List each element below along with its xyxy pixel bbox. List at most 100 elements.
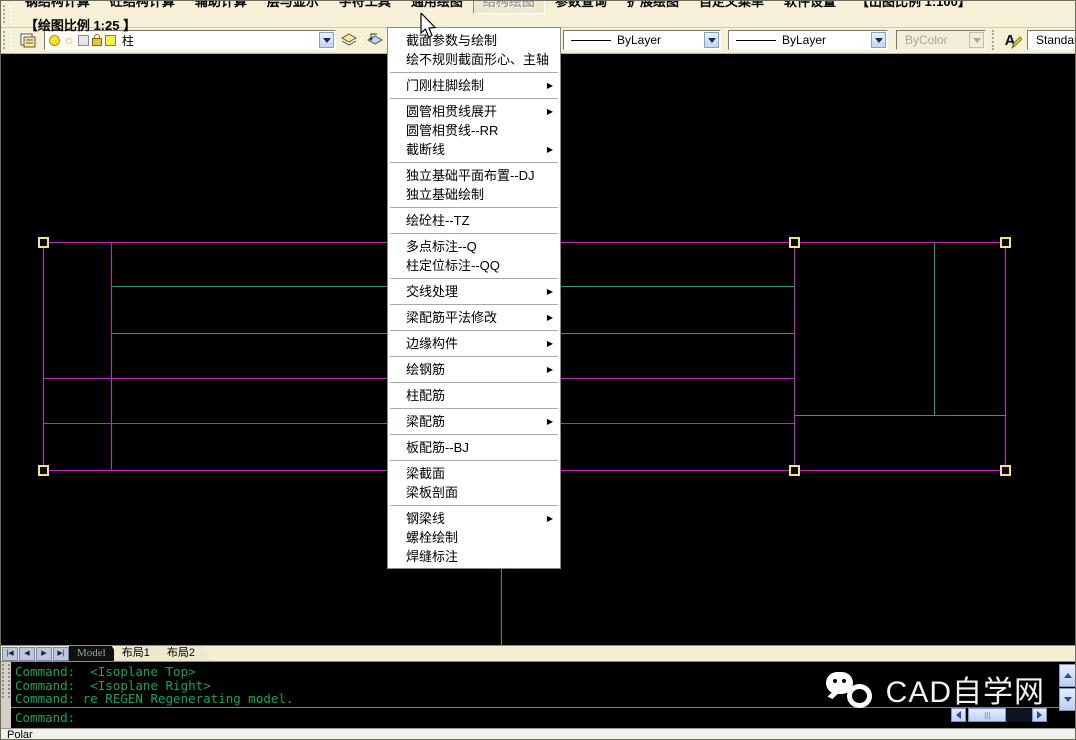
scroll-down-button[interactable]: [1059, 688, 1076, 711]
tab-nav-button[interactable]: ◀: [19, 647, 35, 661]
menu-item-label: 柱配筋: [406, 388, 445, 403]
submenu-arrow-icon: ▶: [547, 509, 553, 528]
menu-item-label: 梁板剖面: [406, 485, 458, 500]
menu-item-label: 圆管相贯线--RR: [406, 123, 498, 138]
arrow-up-icon: [1064, 673, 1072, 678]
menu-separator: [390, 278, 558, 279]
menubar-item[interactable]: 参数查询: [545, 0, 617, 14]
menu-item[interactable]: 梁配筋▶: [388, 412, 560, 431]
command-window-drag-handle[interactable]: [1, 662, 11, 729]
menubar-item[interactable]: 扩展绘图: [617, 0, 689, 14]
menu-item[interactable]: 圆管相贯线--RR: [388, 121, 560, 140]
tab-nav-button[interactable]: ▶: [36, 647, 52, 661]
toolbar-grip-handle[interactable]: [3, 5, 12, 23]
menu-separator: [390, 233, 558, 234]
menubar-item[interactable]: 辅助计算: [185, 0, 257, 14]
menu-separator: [390, 382, 558, 383]
chevron-down-icon: [708, 38, 716, 43]
menubar-item[interactable]: 字符工具: [329, 0, 401, 14]
scrollbar-track[interactable]: [1006, 708, 1032, 722]
command-horizontal-scrollbar[interactable]: [951, 708, 1047, 722]
menubar-item[interactable]: 【出图比例 1:100】: [846, 0, 981, 14]
menu-item[interactable]: 截断线▶: [388, 140, 560, 159]
menu-item[interactable]: 绘钢筋▶: [388, 360, 560, 379]
menu-item[interactable]: 柱定位标注--QQ: [388, 256, 560, 275]
command-window[interactable]: Command: <Isoplane Top>Command: <Isoplan…: [1, 661, 1076, 729]
tab-布局2[interactable]: 布局2: [159, 646, 212, 662]
menu-item[interactable]: 梁截面: [388, 464, 560, 483]
menu-separator: [390, 505, 558, 506]
wechat-icon: [826, 670, 874, 708]
menu-item[interactable]: 梁配筋平法修改 ▶: [388, 308, 560, 327]
layer-unlock-icon[interactable]: [92, 38, 102, 46]
menu-separator: [390, 460, 558, 461]
menu-item[interactable]: 绘不规则截面形心、主轴: [388, 50, 560, 69]
menu-item-label: 梁配筋平法修改: [406, 310, 497, 325]
menu-item[interactable]: 交线处理▶: [388, 282, 560, 301]
submenu-arrow-icon: ▶: [547, 76, 553, 95]
menu-item[interactable]: 门刚柱脚绘制▶: [388, 76, 560, 95]
menubar-item[interactable]: 通用绘图: [401, 0, 473, 14]
scroll-right-button[interactable]: [1032, 708, 1047, 722]
menu-item-label: 独立基础绘制: [406, 187, 484, 202]
menu-item[interactable]: 截面参数与绘制: [388, 31, 560, 50]
menu-separator: [390, 434, 558, 435]
menubar-item[interactable]: 钢结构计算: [15, 0, 100, 14]
menubar-item-active[interactable]: 结构绘图: [473, 0, 545, 14]
menubar-item[interactable]: 自定义菜单: [689, 0, 774, 14]
command-history-line: Command: re REGEN Regenerating model.: [15, 692, 293, 706]
status-mode-polar[interactable]: Polar: [7, 729, 33, 740]
menu-separator: [390, 330, 558, 331]
submenu-arrow-icon: ▶: [547, 308, 553, 327]
menu-item-label: 边缘构件: [406, 336, 458, 351]
scrollbar-thumb[interactable]: [968, 708, 1006, 722]
menu-item-label: 板配筋--BJ: [406, 440, 469, 455]
menubar-item[interactable]: 层与显示: [257, 0, 329, 14]
command-history: Command: <Isoplane Top>Command: <Isoplan…: [15, 665, 293, 706]
menu-item[interactable]: 柱配筋: [388, 386, 560, 405]
menu-item-label: 梁截面: [406, 466, 445, 481]
menu-item[interactable]: 板配筋--BJ: [388, 438, 560, 457]
menu-item[interactable]: 圆管相贯线展开▶: [388, 102, 560, 121]
menu-separator: [390, 207, 558, 208]
mouse-cursor-icon: [420, 13, 438, 44]
menu-item[interactable]: 钢梁线 ▶: [388, 509, 560, 528]
menu-item[interactable]: 边缘构件▶: [388, 334, 560, 353]
menu-item[interactable]: 独立基础绘制: [388, 185, 560, 204]
menu-item[interactable]: 多点标注--Q: [388, 237, 560, 256]
menu-item[interactable]: 螺栓绘制: [388, 528, 560, 547]
menu-item-label: 绘钢筋: [406, 362, 445, 377]
menubar-item[interactable]: 砼结构计算: [100, 0, 185, 14]
menu-separator: [390, 72, 558, 73]
toolbar-grip-handle[interactable]: [3, 31, 12, 49]
menu-item-label: 钢梁线: [406, 511, 445, 526]
menu-item-label: 焊缝标注: [406, 549, 458, 564]
watermark-text: CAD自学网: [886, 667, 1045, 711]
layout-tab-strip: |◀◀▶▶|Model布局1布局2: [1, 645, 1076, 662]
submenu-arrow-icon: ▶: [547, 140, 553, 159]
menu-item-label: 柱定位标注--QQ: [406, 258, 500, 273]
menu-separator: [390, 304, 558, 305]
command-vertical-scrollbar[interactable]: [1059, 664, 1076, 712]
menu-item[interactable]: 绘砼柱--TZ: [388, 211, 560, 230]
scroll-left-button[interactable]: [951, 708, 966, 722]
menubar-item[interactable]: 软件设置: [774, 0, 846, 14]
command-history-line: Command: <Isoplane Right>: [15, 679, 293, 693]
color-line-swatch: [571, 40, 611, 41]
menu-item[interactable]: 焊缝标注: [388, 547, 560, 566]
menubar-item[interactable]: 【绘图比例 1:25 】: [15, 14, 146, 38]
menu-item[interactable]: 独立基础平面布置--DJ: [388, 166, 560, 185]
chevron-down-icon: [323, 38, 331, 43]
menu-item-label: 独立基础平面布置--DJ: [406, 168, 535, 183]
menu-separator: [390, 162, 558, 163]
menu-item-label: 绘不规则截面形心、主轴: [406, 52, 549, 67]
menu-item-label: 梁配筋: [406, 414, 445, 429]
command-input-line[interactable]: Command:: [15, 711, 75, 725]
scroll-up-button[interactable]: [1059, 664, 1076, 687]
menu-item[interactable]: 梁板剖面: [388, 483, 560, 502]
command-history-line: Command: <Isoplane Top>: [15, 665, 293, 679]
menu-separator: [390, 408, 558, 409]
menu-item-label: 交线处理: [406, 284, 458, 299]
tab-nav-button[interactable]: |◀: [2, 647, 18, 661]
tab-nav-button[interactable]: ▶|: [53, 647, 69, 661]
